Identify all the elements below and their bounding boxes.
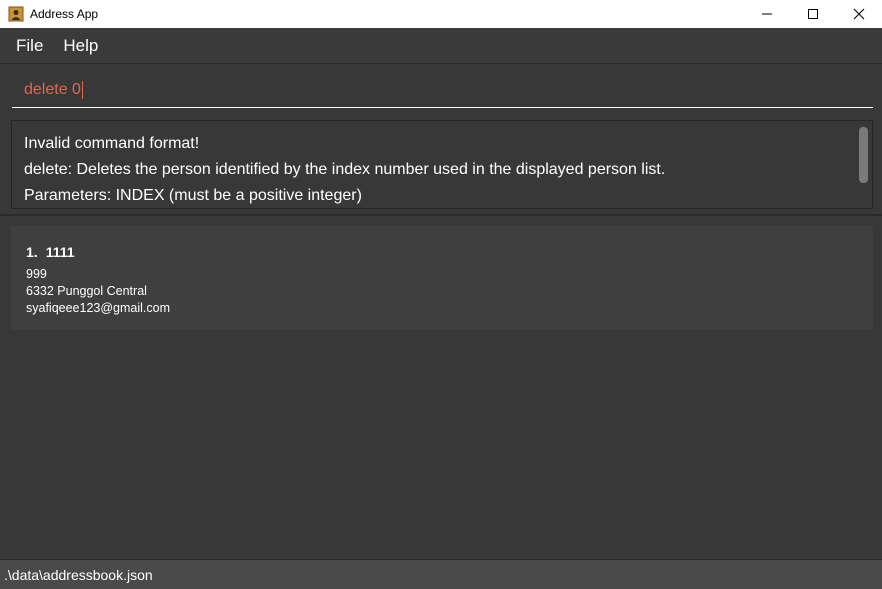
person-card[interactable]: 1. 1111 999 6332 Punggol Central syafiqee… (11, 226, 873, 330)
person-name: 1111 (45, 244, 75, 260)
person-email: syafiqeee123@gmail.com (26, 301, 171, 315)
minimize-icon (762, 13, 772, 15)
command-input[interactable]: delete 0 (12, 72, 873, 108)
menu-bar: File Help (0, 28, 882, 64)
text-caret (81, 80, 83, 99)
window-title: Address App (30, 7, 99, 21)
maximize-button[interactable] (790, 0, 836, 28)
command-box-area: delete 0 (0, 64, 882, 116)
result-scrollbar[interactable] (859, 127, 868, 183)
result-line: Parameters: INDEX (must be a positive in… (24, 187, 362, 204)
person-address: 6332 Punggol Central (26, 284, 147, 298)
menu-file[interactable]: File (6, 36, 53, 56)
person-header: 1. 1111 (26, 244, 858, 260)
save-location: .\data\addressbook.json (4, 566, 153, 583)
minimize-button[interactable] (744, 0, 790, 28)
person-list: 1. 1111 999 6332 Punggol Central syafiqee… (0, 218, 882, 559)
maximize-icon (808, 9, 818, 19)
title-bar: Address App (0, 0, 882, 28)
address-book-icon (8, 6, 24, 22)
result-line: Invalid command format! (24, 135, 200, 152)
person-phone: 999 (26, 267, 47, 281)
result-display: Invalid command format! delete: Deletes … (11, 120, 873, 209)
result-display-area: Invalid command format! delete: Deletes … (0, 116, 882, 216)
result-line: delete: Deletes the person identified by… (24, 161, 666, 178)
status-bar: .\data\addressbook.json (0, 559, 882, 589)
menu-help[interactable]: Help (53, 36, 108, 56)
close-button[interactable] (836, 0, 882, 28)
close-icon (853, 8, 865, 20)
command-text: delete 0 (24, 80, 81, 98)
person-index: 1. (26, 244, 38, 260)
